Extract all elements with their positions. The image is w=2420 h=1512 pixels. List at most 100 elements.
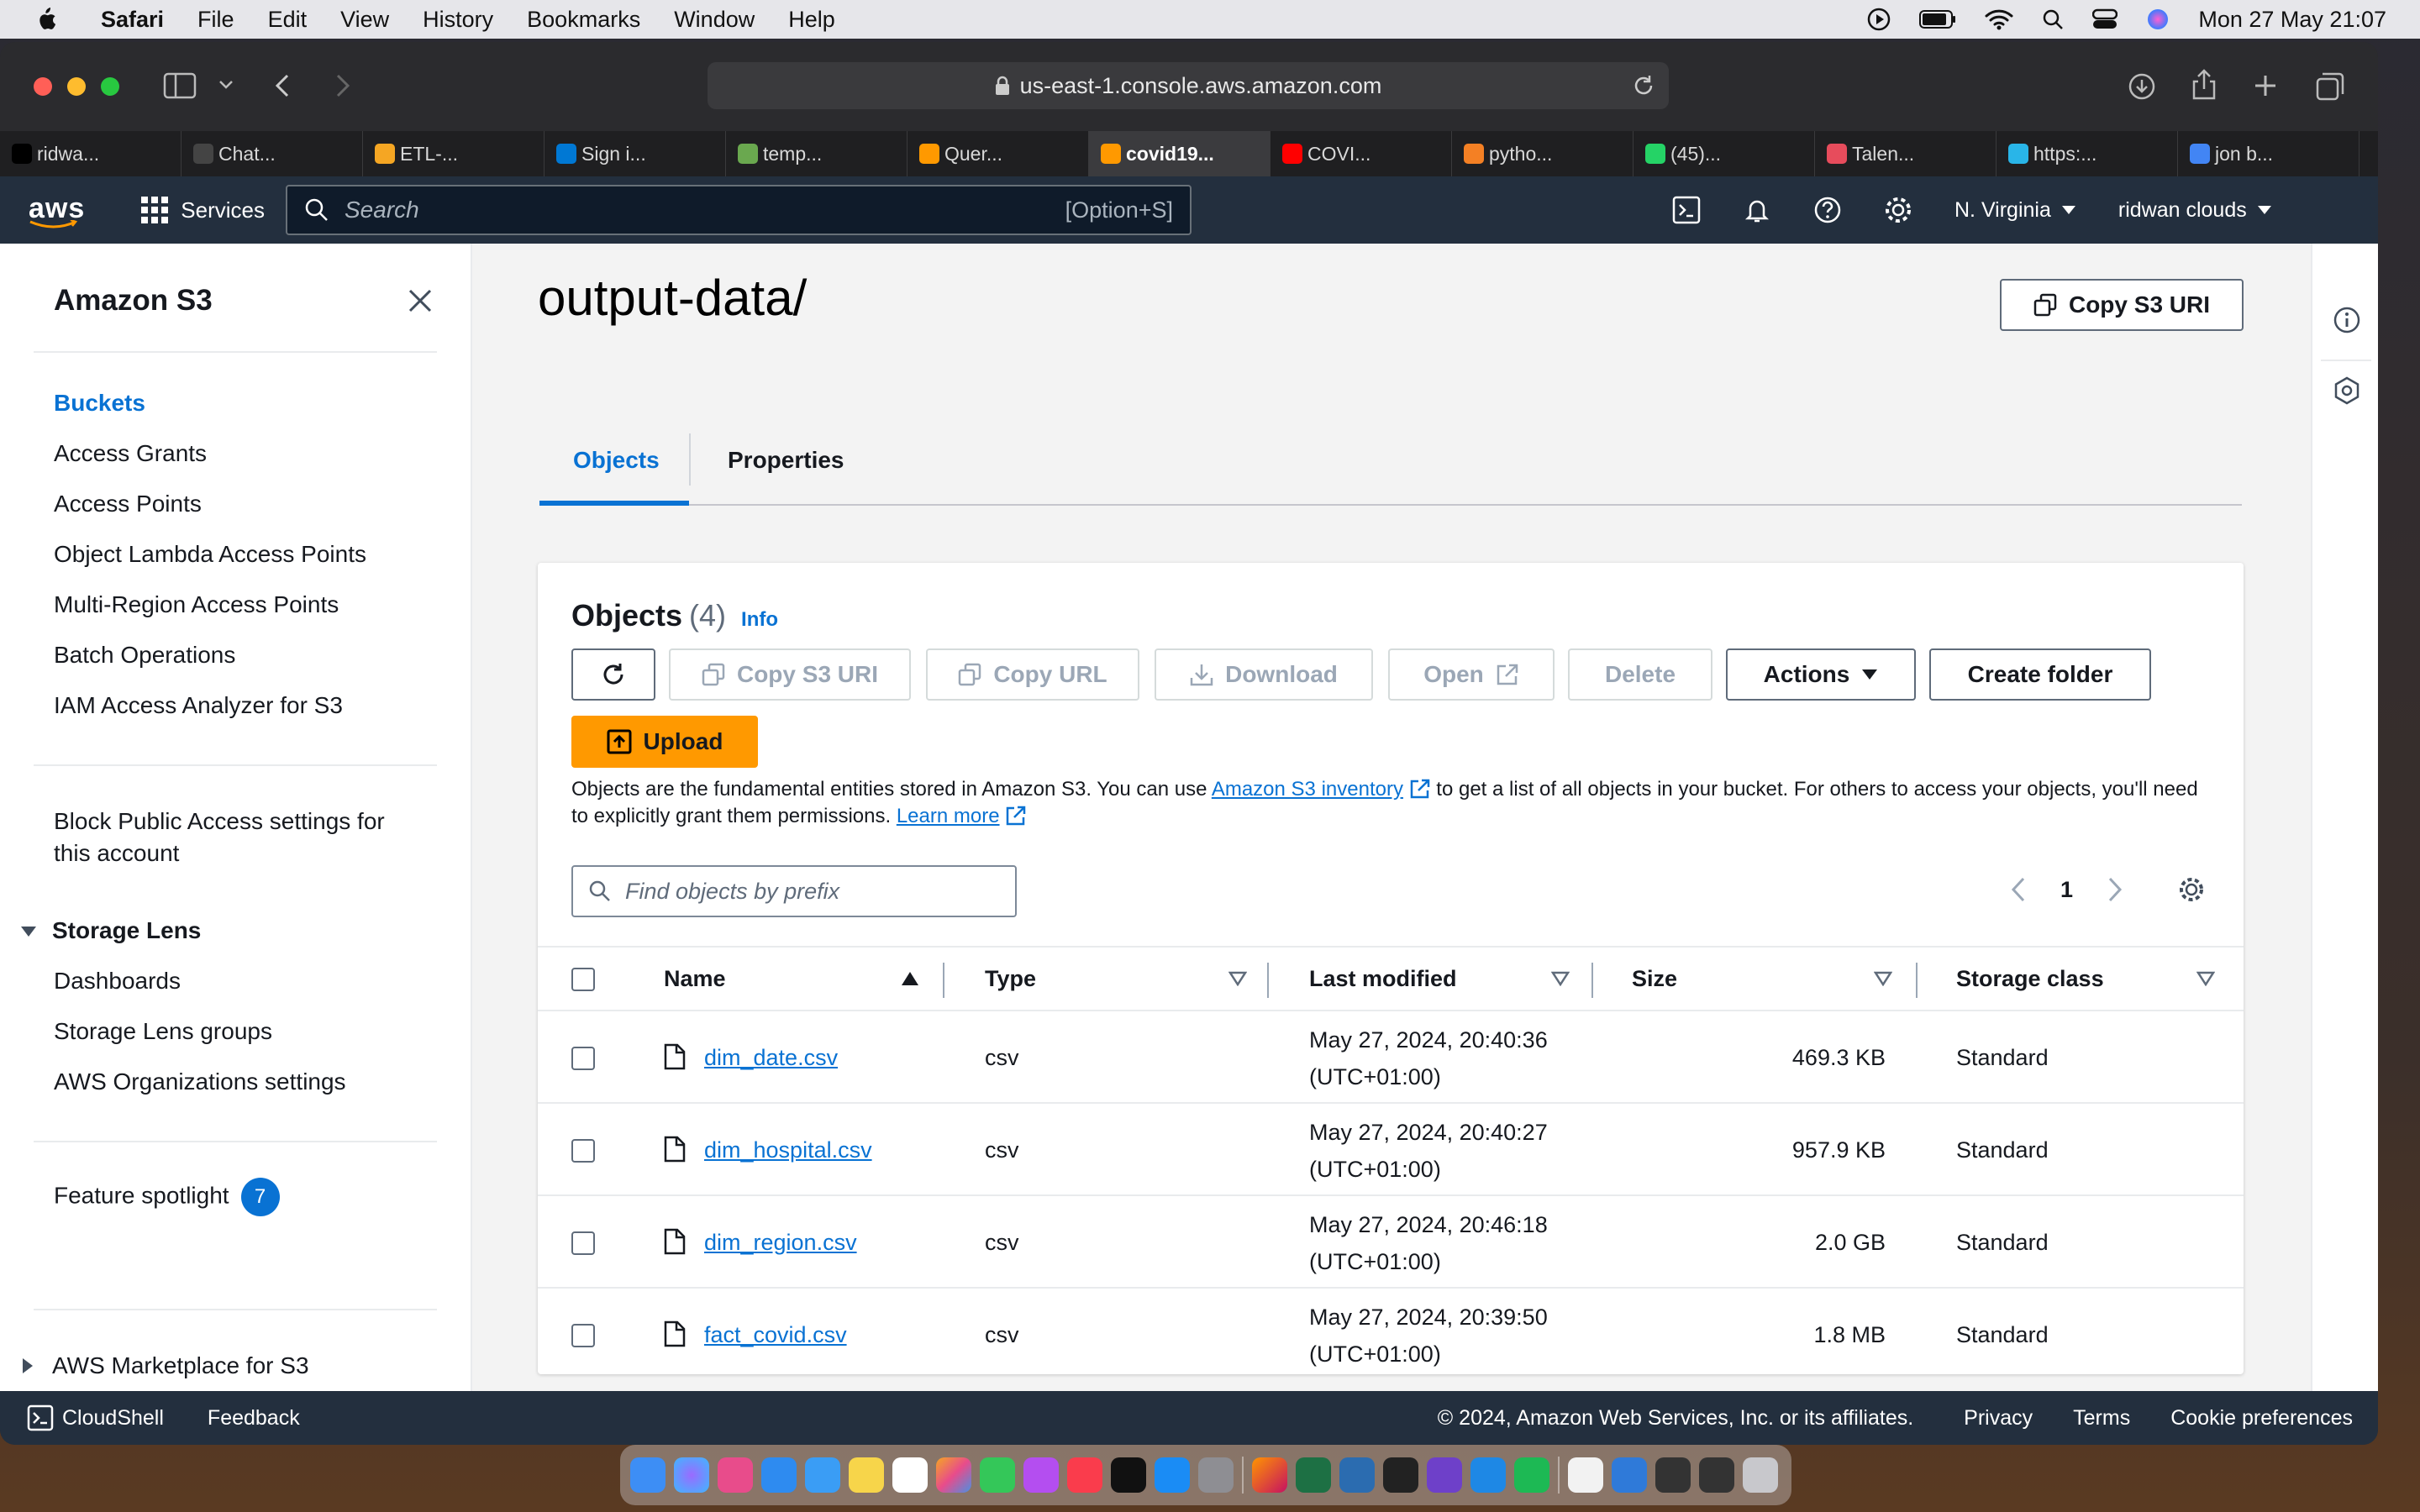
downloads-stack-icon[interactable] [1699, 1457, 1734, 1493]
minimize-window-button[interactable] [67, 77, 86, 96]
terms-link[interactable]: Terms [2073, 1406, 2130, 1431]
object-name-link[interactable]: dim_hospital.csv [704, 1137, 872, 1163]
terminal-icon[interactable] [1383, 1457, 1418, 1493]
globe-icon[interactable] [1612, 1457, 1647, 1493]
browser-tab[interactable]: https:... [1996, 131, 2178, 176]
browser-tab[interactable]: Quer... [908, 131, 1089, 176]
next-page-icon[interactable] [2107, 876, 2123, 903]
sidebar-item-dashboards[interactable]: Dashboards [54, 968, 181, 995]
tab-properties[interactable]: Properties [728, 447, 844, 474]
sidebar-toggle-icon[interactable] [163, 72, 197, 99]
page-number[interactable]: 1 [2060, 877, 2073, 903]
settings-gear-icon[interactable] [1884, 196, 1912, 224]
aws-search-input[interactable]: Search [Option+S] [286, 185, 1192, 235]
aws-logo[interactable]: aws [29, 192, 85, 228]
sidebar-item-block-public-access[interactable]: Block Public Access settings for this acc… [54, 808, 385, 872]
copy-s3-uri-button[interactable]: Copy S3 URI [669, 648, 911, 701]
app-store-icon[interactable] [1155, 1457, 1190, 1493]
menu-bookmarks[interactable]: Bookmarks [527, 7, 640, 33]
sidebar-item-feature-spotlight[interactable]: Feature spotlight 7 [54, 1178, 280, 1216]
podcasts-icon[interactable] [1023, 1457, 1059, 1493]
menu-history[interactable]: History [423, 7, 493, 33]
browser-tab[interactable]: pytho... [1452, 131, 1634, 176]
system-settings-icon[interactable] [1198, 1457, 1234, 1493]
music-icon[interactable] [1067, 1457, 1102, 1493]
open-button[interactable]: Open [1388, 648, 1555, 701]
col-storage-class[interactable]: Storage class [1956, 966, 2104, 992]
forward-icon[interactable] [333, 72, 353, 99]
downloads-icon[interactable] [2128, 72, 2156, 101]
object-name-link[interactable]: fact_covid.csv [704, 1322, 847, 1348]
back-icon[interactable] [272, 72, 292, 99]
sidebar-item-batch-operations[interactable]: Batch Operations [54, 642, 235, 669]
vscode-icon[interactable] [1470, 1457, 1506, 1493]
photos-icon[interactable] [936, 1457, 971, 1493]
account-menu[interactable]: ridwan clouds [2118, 198, 2272, 223]
refresh-button[interactable] [571, 648, 655, 701]
select-all-checkbox[interactable] [571, 968, 595, 991]
menu-view[interactable]: View [340, 7, 389, 33]
sidebar-section-storage-lens[interactable]: Storage Lens [52, 917, 201, 944]
sidebar-item-access-grants[interactable]: Access Grants [54, 440, 207, 467]
browser-tab[interactable]: Talen... [1815, 131, 1996, 176]
find-objects-input[interactable]: Find objects by prefix [571, 865, 1017, 917]
share-icon[interactable] [2191, 69, 2217, 101]
finder-icon[interactable] [630, 1457, 666, 1493]
table-row[interactable]: fact_covid.csv csv May 27, 2024, 20:39:50(… [538, 1290, 2244, 1381]
browser-tab[interactable]: covid19... [1089, 131, 1270, 176]
row-checkbox[interactable] [571, 1324, 595, 1347]
play-icon[interactable] [1867, 8, 1891, 31]
document-icon[interactable] [1568, 1457, 1603, 1493]
services-menu[interactable]: Services [140, 196, 265, 224]
browser-tab[interactable]: (45)... [1634, 131, 1815, 176]
copy-url-button[interactable]: Copy URL [926, 648, 1139, 701]
caret-right-icon[interactable] [22, 1357, 34, 1374]
sidebar-item-buckets[interactable]: Buckets [54, 390, 145, 417]
browser-tab[interactable]: COVI... [1270, 131, 1452, 176]
browser-tab[interactable]: ridwa... [0, 131, 182, 176]
browser-tab[interactable]: jon b... [2178, 131, 2360, 176]
sidebar-item-multi-region[interactable]: Multi-Region Access Points [54, 591, 339, 618]
help-panel-icon[interactable] [2333, 376, 2361, 405]
battery-icon[interactable] [1919, 9, 1956, 29]
sidebar-item-object-lambda[interactable]: Object Lambda Access Points [54, 541, 366, 568]
address-bar[interactable]: us-east-1.console.aws.amazon.com [708, 62, 1669, 109]
virtualbox-icon[interactable] [1339, 1457, 1375, 1493]
col-size[interactable]: Size [1632, 966, 1677, 992]
new-tab-icon[interactable] [2254, 74, 2277, 97]
siri-app-icon[interactable] [674, 1457, 709, 1493]
menu-file[interactable]: File [197, 7, 234, 33]
facetime-icon[interactable] [980, 1457, 1015, 1493]
caret-down-icon[interactable] [20, 926, 37, 937]
sidebar-item-org-settings[interactable]: AWS Organizations settings [54, 1068, 346, 1095]
menu-window[interactable]: Window [674, 7, 755, 33]
cloudshell-icon[interactable] [1672, 196, 1701, 224]
control-center-icon[interactable] [2092, 8, 2118, 30]
object-name-link[interactable]: dim_date.csv [704, 1045, 838, 1071]
sort-icon[interactable] [2196, 971, 2215, 986]
excel-icon[interactable] [1296, 1457, 1331, 1493]
column-resizer[interactable] [1267, 963, 1269, 998]
launchpad-icon[interactable] [718, 1457, 753, 1493]
apple-tv-icon[interactable] [1111, 1457, 1146, 1493]
browser-tab[interactable]: Sign i... [544, 131, 726, 176]
reload-icon[interactable] [1632, 74, 1655, 97]
download-button[interactable]: Download [1155, 648, 1373, 701]
table-settings-gear-icon[interactable] [2177, 875, 2206, 904]
sort-icon[interactable] [1874, 971, 1892, 986]
actions-dropdown[interactable]: Actions [1726, 648, 1916, 701]
cloudshell-icon[interactable] [27, 1404, 54, 1431]
menu-edit[interactable]: Edit [268, 7, 308, 33]
sort-icon[interactable] [1551, 971, 1570, 986]
row-checkbox[interactable] [571, 1139, 595, 1163]
info-panel-icon[interactable] [2333, 306, 2361, 334]
delete-button[interactable]: Delete [1568, 648, 1712, 701]
column-resizer[interactable] [1591, 963, 1593, 998]
table-row[interactable]: dim_hospital.csv csv May 27, 2024, 20:40:2… [538, 1105, 2244, 1196]
menubar-app-name[interactable]: Safari [101, 7, 164, 33]
feedback-link[interactable]: Feedback [208, 1406, 300, 1431]
object-name-link[interactable]: dim_region.csv [704, 1230, 857, 1256]
siri-icon[interactable] [2146, 8, 2170, 31]
apple-icon[interactable] [34, 6, 59, 33]
chevron-down-icon[interactable] [218, 79, 234, 91]
